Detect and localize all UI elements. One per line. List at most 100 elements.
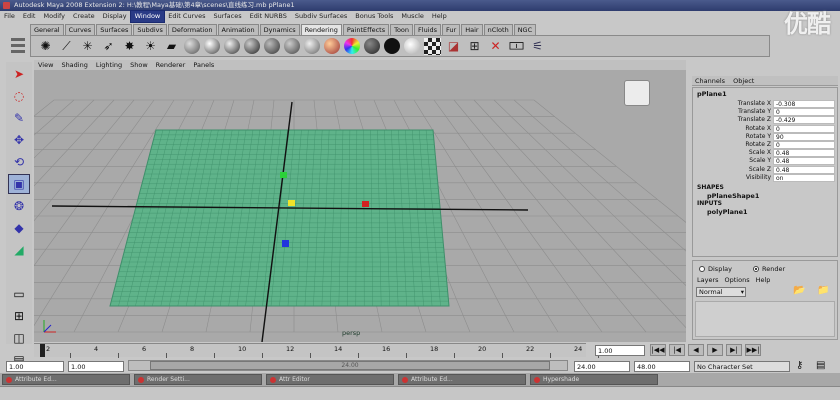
spot-light-icon[interactable]: ➶ — [100, 38, 117, 55]
channel-row[interactable]: Scale Z 0.48 — [693, 165, 839, 174]
minimized-window[interactable]: Hypershade — [530, 374, 658, 385]
channel-value[interactable]: -0.429 — [773, 116, 835, 125]
surface-shader-icon[interactable] — [364, 38, 380, 54]
menu-surfaces[interactable]: Surfaces — [209, 11, 245, 22]
current-time-marker[interactable] — [40, 344, 45, 357]
render-radio[interactable]: Render — [753, 265, 785, 273]
play-backward-icon[interactable]: ◀ — [688, 344, 704, 356]
play-forward-icon[interactable]: ▶ — [707, 344, 723, 356]
directional-light-icon[interactable]: ⟋ — [58, 38, 75, 55]
soft-modification-icon[interactable]: ◆ — [8, 218, 30, 238]
persp-outliner-layout-icon[interactable]: ◫ — [8, 328, 30, 348]
menu-display[interactable]: Display — [99, 11, 131, 22]
channel-row[interactable]: Rotate Y 90 — [693, 132, 839, 141]
auto-key-icon[interactable]: ⚷ — [796, 360, 803, 371]
layers-menu[interactable]: Layers — [697, 276, 719, 284]
shelf-tab-subdivs[interactable]: Subdivs — [133, 24, 167, 35]
single-perspective-layout-icon[interactable]: ▭ — [8, 284, 30, 304]
anisotropic-material-icon[interactable] — [264, 38, 280, 54]
scale-tool-icon[interactable]: ▣ — [8, 174, 30, 194]
channel-row[interactable]: Translate X -0.308 — [693, 100, 839, 108]
perspective-viewport[interactable]: persp — [34, 70, 686, 342]
menu-modify[interactable]: Modify — [39, 11, 69, 22]
four-view-layout-icon[interactable]: ⊞ — [8, 306, 30, 326]
last-tool-icon[interactable] — [8, 262, 30, 282]
layer-list[interactable] — [695, 301, 835, 337]
file-texture-icon[interactable]: ◪ — [445, 38, 462, 55]
layered-material-icon[interactable] — [284, 38, 300, 54]
shelf-tab-surfaces[interactable]: Surfaces — [96, 24, 133, 35]
lambert-material-icon[interactable] — [184, 38, 200, 54]
select-tool-icon[interactable]: ➤ — [8, 64, 30, 84]
go-to-start-icon[interactable]: |◀◀ — [650, 344, 666, 356]
shelf-tab-ngc[interactable]: NGC — [513, 24, 537, 35]
view-cube-icon[interactable] — [624, 80, 650, 106]
input-node[interactable]: polyPlane1 — [707, 208, 748, 216]
phonge-material-icon[interactable] — [244, 38, 260, 54]
shape-node[interactable]: pPlaneShape1 — [707, 192, 759, 200]
paint-select-tool-icon[interactable]: ✎ — [8, 108, 30, 128]
help-menu[interactable]: Help — [756, 276, 771, 284]
start-time-field[interactable]: 1.00 — [6, 361, 64, 372]
new-layer-selected-icon[interactable]: 📁 — [817, 285, 829, 296]
step-back-icon[interactable]: |◀ — [669, 344, 685, 356]
command-line[interactable] — [0, 386, 840, 400]
end-time-field[interactable]: 48.00 — [634, 361, 690, 372]
shelf-tab-general[interactable]: General — [30, 24, 64, 35]
shelf-tab-ncloth[interactable]: nCloth — [483, 24, 513, 35]
channel-row[interactable]: Translate Z -0.429 — [693, 116, 839, 125]
options-menu[interactable]: Options — [725, 276, 750, 284]
channel-value[interactable]: 0 — [773, 108, 835, 117]
channel-row[interactable]: Rotate Z0 — [693, 141, 839, 149]
shelf-tab-hair[interactable]: Hair — [461, 24, 483, 35]
menu-muscle[interactable]: Muscle — [397, 11, 428, 22]
display-radio[interactable]: Display — [699, 265, 732, 273]
object-menu[interactable]: Object — [730, 77, 757, 85]
phong-material-icon[interactable] — [224, 38, 240, 54]
go-to-end-icon[interactable]: ▶▶| — [745, 344, 761, 356]
channel-row[interactable]: Rotate X0 — [693, 124, 839, 133]
universal-manipulator-icon[interactable]: ❂ — [8, 196, 30, 216]
step-forward-icon[interactable]: ▶| — [726, 344, 742, 356]
volume-light-icon[interactable]: ☀ — [142, 38, 159, 55]
end-range-field[interactable]: 24.00 — [574, 361, 630, 372]
channel-value[interactable]: 90 — [773, 132, 835, 141]
viewport-menu-panels[interactable]: Panels — [189, 60, 218, 70]
menu-edit-curves[interactable]: Edit Curves — [164, 11, 209, 22]
shelf-tab-toon[interactable]: Toon — [390, 24, 414, 35]
new-layer-icon[interactable]: 📂 — [793, 285, 805, 296]
viewport-menu-view[interactable]: View — [34, 60, 57, 70]
animation-preferences-icon[interactable]: ▤ — [816, 360, 825, 371]
blinn-material-icon[interactable] — [204, 38, 220, 54]
channel-value[interactable]: 0 — [773, 124, 835, 133]
channel-row[interactable]: Scale Y 0.48 — [693, 157, 839, 166]
use-background-icon[interactable] — [384, 38, 400, 54]
shelf-tab-deformation[interactable]: Deformation — [167, 24, 217, 35]
channel-value[interactable]: 0.48 — [773, 157, 835, 166]
start-range-field[interactable]: 1.00 — [68, 361, 124, 372]
menu-file[interactable]: File — [0, 11, 19, 22]
channels-menu[interactable]: Channels — [692, 77, 728, 85]
minimized-window[interactable]: Attr Editor — [266, 374, 394, 385]
current-frame-field[interactable]: 1.00 — [595, 345, 645, 356]
shelf-menu-icon[interactable] — [8, 35, 28, 57]
channel-row[interactable]: Translate Y0 — [693, 108, 839, 117]
white-shader-icon[interactable] — [404, 38, 420, 54]
area-light-icon[interactable]: ✸ — [121, 38, 138, 55]
shelf-tab-animation[interactable]: Animation — [217, 24, 259, 35]
shading-map-icon[interactable] — [324, 38, 340, 54]
show-manipulator-icon[interactable]: ◢ — [8, 240, 30, 260]
channel-value[interactable]: -0.308 — [773, 100, 835, 108]
render-icon[interactable]: 🀱 — [508, 38, 525, 55]
viewport-menu-renderer[interactable]: Renderer — [152, 60, 190, 70]
menu-create[interactable]: Create — [69, 11, 99, 22]
point-light-icon[interactable]: ✳ — [79, 38, 96, 55]
shelf-tab-painteffects[interactable]: PaintEffects — [342, 24, 390, 35]
menu-bonus-tools[interactable]: Bonus Tools — [351, 11, 397, 22]
menu-subdiv-surfaces[interactable]: Subdiv Surfaces — [291, 11, 351, 22]
channel-value[interactable]: 0.48 — [773, 149, 835, 158]
range-slider-handle[interactable]: 24.00 — [150, 361, 550, 370]
shelf-tab-fur[interactable]: Fur — [442, 24, 461, 35]
shelf-tab-curves[interactable]: Curves — [64, 24, 96, 35]
menu-help[interactable]: Help — [428, 11, 451, 22]
